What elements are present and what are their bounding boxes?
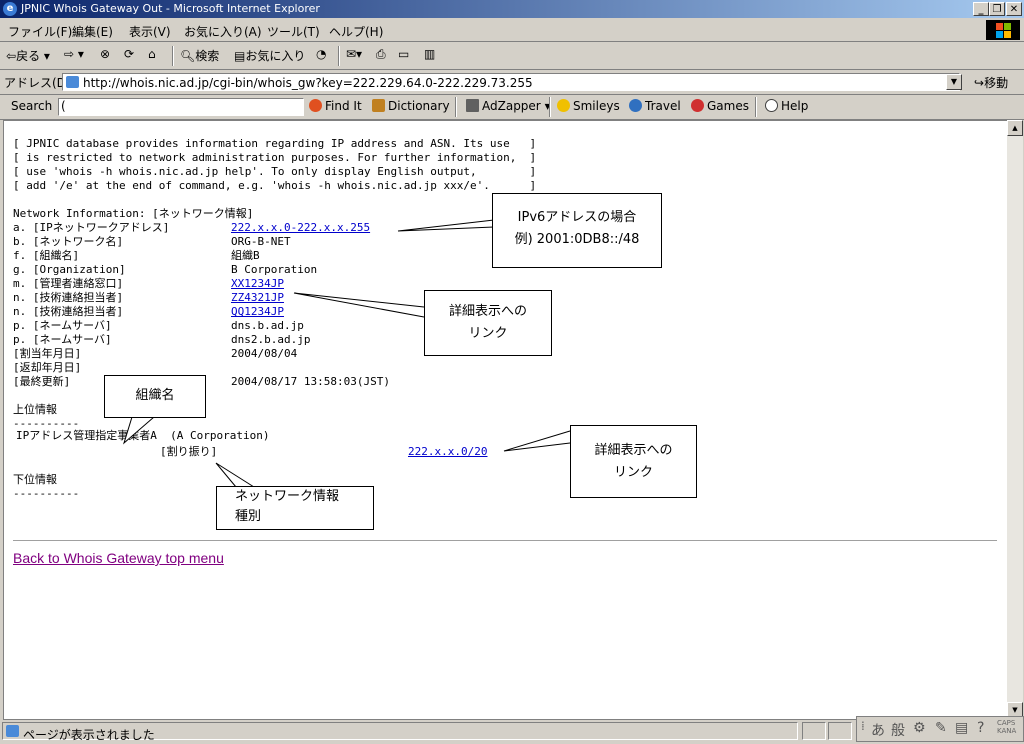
games-ball-icon	[691, 99, 704, 112]
menu-bar: ファイル(F) 編集(E) 表示(V) お気に入り(A) ツール(T) ヘルプ(…	[0, 19, 1024, 42]
ime-mode[interactable]: あ	[871, 720, 885, 740]
smiley-icon	[557, 99, 570, 112]
search-button[interactable]: 🔍︎検索	[180, 47, 219, 64]
ime-pad-icon[interactable]: ✎	[935, 720, 947, 736]
discuss-icon[interactable]: ▥	[424, 47, 435, 61]
stop-icon[interactable]: ⊗	[100, 47, 110, 61]
detail-link-callout: 詳細表示への リンク	[570, 425, 697, 498]
find-icon	[309, 99, 322, 112]
close-button[interactable]: ✕	[1006, 2, 1022, 16]
address-bar: アドレス(D) http://whois.nic.ad.jp/cgi-bin/w…	[0, 70, 1024, 95]
ime-dictionary-icon[interactable]: ▤	[955, 720, 968, 736]
title-bar: e JPNIC Whois Gateway Out - Microsoft In…	[0, 0, 1024, 18]
page-icon	[66, 76, 79, 88]
maximize-button[interactable]: ❐	[989, 2, 1005, 16]
page-content: [ JPNIC database provides information re…	[3, 120, 1008, 720]
forward-arrow-icon: ⇨	[64, 47, 75, 61]
address-label: アドレス(D)	[4, 76, 71, 90]
games-button[interactable]: Games	[691, 99, 749, 113]
address-input[interactable]: http://whois.nic.ad.jp/cgi-bin/whois_gw?…	[62, 73, 960, 91]
smileys-button[interactable]: Smileys	[557, 99, 620, 113]
toolbar-separator	[549, 97, 551, 117]
menu-tools[interactable]: ツール(T)	[267, 23, 320, 40]
standard-toolbar: ⇦戻る ▾ ⇨ ▾ ⊗ ⟳ ⌂ 🔍︎検索 ▤お気に入り ◔ ✉▾ ⎙ ▭ ▥	[0, 43, 1024, 70]
minimize-button[interactable]: _	[973, 2, 989, 16]
trash-icon	[466, 99, 479, 112]
search-toolbar: Search ( Find It Dictionary AdZapper ▾ S…	[0, 95, 1024, 120]
back-button[interactable]: ⇦戻る ▾	[6, 47, 50, 64]
ipv6-callout: IPv6アドレスの場合 例) 2001:0DB8::/48	[492, 193, 662, 268]
menu-view[interactable]: 表示(V)	[129, 23, 171, 40]
menu-file[interactable]: ファイル(F)	[8, 23, 72, 40]
menu-favorites[interactable]: お気に入り(A)	[184, 23, 262, 40]
home-icon[interactable]: ⌂	[148, 47, 156, 61]
adzapper-button[interactable]: AdZapper ▾	[466, 99, 551, 113]
scroll-up-icon[interactable]: ▲	[1007, 120, 1023, 136]
windows-logo-icon	[986, 20, 1020, 40]
edit-icon[interactable]: ▭	[398, 47, 409, 61]
go-button[interactable]: ↪移動	[974, 74, 1008, 91]
find-it-button[interactable]: Find It	[309, 99, 362, 113]
caps-kana-indicator: CAPS KANA	[997, 719, 1017, 735]
status-pane	[828, 722, 852, 740]
network-type-callout: ネットワーク情報 種別	[216, 486, 374, 530]
toolbar-separator	[172, 46, 174, 66]
status-pane	[802, 722, 826, 740]
back-arrow-icon: ⇦	[6, 49, 17, 63]
dictionary-button[interactable]: Dictionary	[372, 99, 450, 113]
print-icon[interactable]: ⎙	[376, 47, 386, 62]
favorites-button[interactable]: ▤お気に入り	[234, 47, 305, 64]
search-label: Search	[11, 99, 53, 113]
toolbar-separator	[338, 46, 340, 66]
ime-handle-icon[interactable]: ⁞	[861, 719, 865, 733]
search-icon: 🔍︎	[180, 49, 196, 63]
ime-tool-icon[interactable]: ⚙	[913, 720, 926, 736]
search-input[interactable]: (	[58, 98, 304, 116]
address-dropdown-icon[interactable]: ▼	[946, 74, 962, 90]
menu-edit[interactable]: 編集(E)	[72, 23, 113, 40]
toolbar-separator	[755, 97, 757, 117]
help-icon	[765, 99, 778, 112]
ime-toolbar: ⁞ あ 般 ⚙ ✎ ▤ ? CAPS KANA	[856, 716, 1024, 742]
go-arrow-icon: ↪	[974, 76, 985, 90]
help-button[interactable]: Help	[765, 99, 808, 113]
menu-help[interactable]: ヘルプ(H)	[329, 23, 383, 40]
status-pane: ページが表示されました	[2, 722, 798, 742]
org-name-callout: 組織名	[104, 375, 206, 418]
refresh-icon[interactable]: ⟳	[124, 47, 134, 61]
favorites-icon: ▤	[234, 49, 246, 63]
detail-link-callout: 詳細表示への リンク	[424, 290, 552, 356]
history-icon[interactable]: ◔	[316, 47, 326, 61]
vertical-scrollbar[interactable]: ▲ ▼	[1007, 120, 1023, 718]
mail-icon[interactable]: ✉▾	[346, 47, 362, 61]
forward-button[interactable]: ⇨ ▾	[64, 47, 84, 61]
toolbar-separator	[455, 97, 457, 117]
ie-icon: e	[3, 2, 17, 16]
travel-pin-icon	[629, 99, 642, 112]
dictionary-icon	[372, 99, 385, 112]
ime-help-icon[interactable]: ?	[977, 720, 984, 736]
window-title: JPNIC Whois Gateway Out - Microsoft Inte…	[21, 2, 320, 15]
travel-button[interactable]: Travel	[629, 99, 681, 113]
ime-conversion[interactable]: 般	[891, 720, 905, 740]
address-url: http://whois.nic.ad.jp/cgi-bin/whois_gw?…	[83, 76, 533, 90]
ie-page-icon	[6, 725, 19, 737]
status-text: ページが表示されました	[23, 728, 155, 742]
